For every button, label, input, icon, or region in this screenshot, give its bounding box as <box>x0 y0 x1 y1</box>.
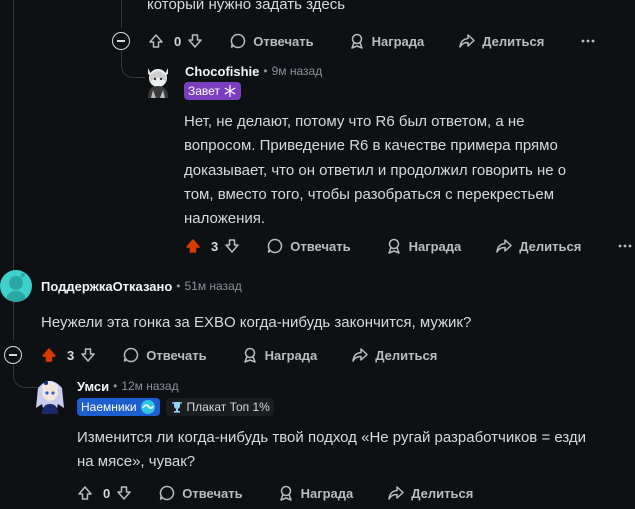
upvote-button[interactable] <box>185 238 201 254</box>
award-icon <box>243 347 256 363</box>
timestamp[interactable]: 12м назад <box>121 379 178 393</box>
share-button[interactable]: Делиться <box>387 484 473 502</box>
comment-bubble-icon <box>159 485 175 501</box>
user-flair: Завет <box>184 82 241 100</box>
thread-line <box>121 0 122 28</box>
share-icon <box>388 486 405 500</box>
share-label: Делиться <box>411 485 474 501</box>
share-button[interactable]: Делиться <box>458 32 544 50</box>
reply-button[interactable]: Отвечать <box>229 32 314 50</box>
vote-count: 3 <box>211 238 219 254</box>
comment-bubble-icon <box>267 238 283 254</box>
author-name[interactable]: Умси <box>77 379 109 394</box>
upvote-icon <box>149 34 163 48</box>
upvote-icon <box>42 348 56 362</box>
reply-button[interactable]: Отвечать <box>266 237 351 255</box>
award-button[interactable]: Награда <box>348 32 425 50</box>
author-name[interactable]: Chocofishie <box>185 64 259 79</box>
downvote-icon <box>117 486 131 500</box>
comment-text: Неужели эта гонка за EXBO когда-нибудь з… <box>41 314 472 331</box>
downvote-icon <box>81 348 95 362</box>
award-button[interactable]: Награда <box>241 346 318 364</box>
downvote-button[interactable] <box>80 347 96 363</box>
user-flair: Наемники <box>77 398 160 416</box>
snowflake-icon <box>224 85 236 97</box>
comment-actions: 3 Отвечать Награда Делиться <box>41 344 437 366</box>
separator-dot: • <box>113 379 118 393</box>
trophy-icon <box>171 402 182 413</box>
award-button[interactable]: Награда <box>277 484 354 502</box>
comment-header: Умси • 12м назад <box>77 378 179 394</box>
downvote-icon <box>188 34 202 48</box>
share-label: Делиться <box>482 33 545 49</box>
avatar[interactable] <box>0 270 32 302</box>
reply-label: Отвечать <box>253 33 314 49</box>
vote-count: 3 <box>67 347 75 363</box>
award-icon <box>279 485 292 501</box>
reply-label: Отвечать <box>290 238 351 254</box>
award-label: Награда <box>371 33 425 49</box>
share-label: Делиться <box>519 238 582 254</box>
comment-actions: 0 Отвечать Награда Делиться <box>148 30 596 52</box>
award-label: Награда <box>300 485 354 501</box>
share-icon <box>352 348 369 362</box>
wave-icon <box>140 400 155 414</box>
downvote-button[interactable] <box>224 238 240 254</box>
reply-button[interactable]: Отвечать <box>122 346 207 364</box>
reply-button[interactable]: Отвечать <box>158 484 243 502</box>
upvote-button[interactable] <box>77 485 93 501</box>
award-button[interactable]: Награда <box>385 237 462 255</box>
reply-label: Отвечать <box>146 347 207 363</box>
more-options-button[interactable] <box>617 238 633 254</box>
flair-label: Наемники <box>81 400 137 414</box>
collapse-thread-button[interactable] <box>4 346 22 364</box>
share-icon <box>459 34 476 48</box>
comment-header: ПоддержкаОтказано • 51м назад <box>41 278 242 294</box>
upvote-button[interactable] <box>148 33 164 49</box>
comment-text: Изменится ли когда-нибудь твой подход «Н… <box>77 429 587 470</box>
upvote-button[interactable] <box>41 347 57 363</box>
share-icon <box>496 239 513 253</box>
award-label: Награда <box>264 347 318 363</box>
share-button[interactable]: Делиться <box>351 346 437 364</box>
comment-actions: 0 Отвечать Награда Делиться <box>77 482 473 504</box>
downvote-button[interactable] <box>187 33 203 49</box>
avatar[interactable] <box>34 374 66 414</box>
vote-count: 0 <box>174 33 182 49</box>
timestamp[interactable]: 51м назад <box>184 279 241 293</box>
vote-count: 0 <box>103 485 111 501</box>
award-icon <box>350 33 363 49</box>
ellipsis-icon <box>581 39 595 43</box>
comment-text: который нужно задать здесь <box>147 0 346 13</box>
separator-dot: • <box>263 64 268 78</box>
ellipsis-icon <box>618 244 632 248</box>
reply-label: Отвечать <box>182 485 243 501</box>
user-flair: Плакат Топ 1% <box>165 398 274 416</box>
comment-bubble-icon <box>230 33 246 49</box>
timestamp[interactable]: 9м назад <box>272 64 323 78</box>
upvote-icon <box>78 486 92 500</box>
more-options-button[interactable] <box>580 33 596 49</box>
upvote-icon <box>186 239 200 253</box>
flair-label: Плакат Топ 1% <box>186 400 270 414</box>
flair-label: Завет <box>188 84 220 98</box>
share-button[interactable]: Делиться <box>495 237 581 255</box>
separator-dot: • <box>176 279 181 293</box>
user-flairs: Наемники Плакат Топ 1% <box>77 398 274 416</box>
collapse-thread-button[interactable] <box>112 32 130 50</box>
downvote-icon <box>225 239 239 253</box>
award-icon <box>387 238 400 254</box>
author-name[interactable]: ПоддержкаОтказано <box>41 279 172 294</box>
downvote-button[interactable] <box>116 485 132 501</box>
avatar[interactable] <box>142 62 174 98</box>
comment-actions: 3 Отвечать Награда Делиться <box>185 235 633 257</box>
comment-bubble-icon <box>123 347 139 363</box>
award-label: Награда <box>408 238 462 254</box>
comment-header: Chocofishie • 9м назад <box>185 63 322 79</box>
comment-text: Нет, не делают, потому что R6 был ответо… <box>184 113 567 228</box>
share-label: Делиться <box>375 347 438 363</box>
